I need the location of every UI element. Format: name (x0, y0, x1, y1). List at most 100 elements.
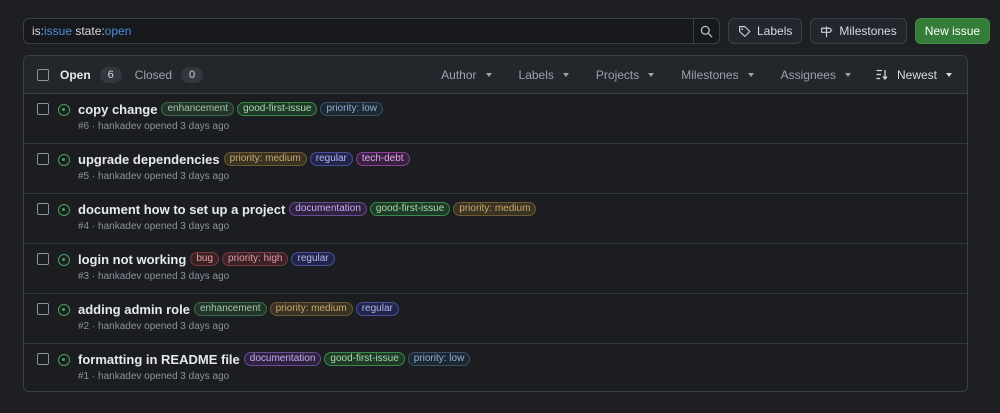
issue-label[interactable]: priority: high (222, 252, 289, 266)
issue-select-checkbox[interactable] (37, 303, 49, 315)
issue-meta: #2 · hankadev opened 3 days ago (78, 321, 230, 332)
issue-body: upgrade dependencies priority: medium regu… (78, 144, 410, 182)
labels-filter-label: Labels (518, 67, 554, 82)
open-issues-tab[interactable]: Open 6 (60, 66, 122, 83)
chevron-down-icon (562, 72, 569, 77)
select-all-checkbox[interactable] (37, 68, 49, 81)
closed-issues-tab[interactable]: Closed 0 (134, 66, 204, 83)
issue-meta: #6 · hankadev opened 3 days ago (78, 121, 230, 132)
issue-body: document how to set up a project document… (78, 194, 537, 232)
search-query-token: state: (72, 24, 105, 38)
issue-select-checkbox[interactable] (37, 203, 49, 215)
issue-title-link[interactable]: document how to set up a project (78, 202, 285, 217)
issue-body: login not working bug priority: high regula… (78, 244, 335, 282)
issue-title-line: upgrade dependencies priority: medium regu… (78, 151, 410, 167)
issue-open-icon (58, 304, 70, 316)
issue-title-line: document how to set up a project document… (78, 201, 537, 217)
issue-label[interactable]: regular (355, 302, 399, 316)
new-issue-button[interactable]: New issue (914, 18, 991, 44)
projects-filter[interactable]: Projects (595, 67, 655, 82)
projects-filter-label: Projects (595, 67, 640, 82)
issue-meta: #1 · hankadev opened 3 days ago (78, 371, 230, 382)
issue-row[interactable]: login not working bug priority: high regula… (24, 244, 967, 294)
issue-row[interactable]: upgrade dependencies priority: medium regu… (24, 144, 967, 194)
tag-icon (739, 25, 751, 37)
issue-meta: #4 · hankadev opened 3 days ago (78, 221, 230, 232)
issue-open-icon (58, 354, 70, 366)
issue-label[interactable]: good-first-issue (237, 102, 318, 116)
issue-row[interactable]: document how to set up a project document… (24, 194, 967, 244)
closed-tab-label: Closed (134, 67, 173, 82)
issue-row[interactable]: formatting in README file documentation go… (24, 344, 967, 391)
issue-open-icon (58, 104, 70, 116)
issue-row[interactable]: adding admin role enhancement priority: me… (24, 294, 967, 344)
issue-open-icon (58, 204, 70, 216)
issue-title-link[interactable]: copy change (78, 102, 157, 117)
issue-label[interactable]: tech-debt (355, 152, 410, 166)
issue-meta: #3 · hankadev opened 3 days ago (78, 271, 230, 282)
issues-list-header: Open 6 Closed 0 Author Labels Projects M… (24, 56, 967, 94)
issue-label[interactable]: priority: low (320, 102, 384, 116)
chevron-down-icon (946, 72, 952, 77)
milestones-button-label: Milestones (839, 24, 897, 38)
labels-button[interactable]: Labels (728, 18, 803, 44)
issue-label[interactable]: enhancement (161, 102, 235, 116)
issue-label[interactable]: priority: medium (453, 202, 537, 216)
issue-label[interactable]: bug (190, 252, 220, 266)
issue-select-checkbox[interactable] (37, 353, 49, 365)
issue-label[interactable]: documentation (243, 352, 322, 366)
issue-label[interactable]: priority: medium (223, 152, 307, 166)
issue-body: copy change enhancement good-first-issue pr… (78, 94, 384, 132)
search-button[interactable] (693, 19, 719, 43)
issue-title-link[interactable]: adding admin role (78, 302, 190, 317)
issue-label[interactable]: priority: medium (269, 302, 353, 316)
issue-label[interactable]: documentation (289, 202, 367, 216)
milestones-filter-label: Milestones (681, 67, 739, 82)
issue-search-input[interactable]: is:issue state:open (23, 18, 720, 44)
sort-label: Newest (896, 67, 937, 82)
labels-button-label: Labels (757, 24, 793, 38)
issue-title-line: formatting in README file documentation go… (78, 351, 471, 367)
issue-label[interactable]: good-first-issue (369, 202, 451, 216)
chevron-down-icon (747, 72, 754, 77)
author-filter-label: Author (441, 67, 477, 82)
milestone-icon (821, 25, 833, 37)
labels-filter[interactable]: Labels (519, 68, 569, 82)
issue-label[interactable]: priority: low (407, 352, 471, 366)
new-issue-button-label: New issue (924, 24, 981, 38)
issue-select-checkbox[interactable] (37, 103, 49, 115)
issue-row[interactable]: copy change enhancement good-first-issue pr… (24, 94, 967, 144)
issue-title-link[interactable]: login not working (78, 252, 186, 267)
issue-title-link[interactable]: upgrade dependencies (78, 152, 220, 167)
top-toolbar: is:issue state:open Labels Milestones Ne… (23, 18, 991, 44)
issue-title-link[interactable]: formatting in README file (78, 352, 240, 367)
issue-label[interactable]: regular (291, 252, 335, 266)
issue-body: formatting in README file documentation go… (78, 344, 471, 382)
sort-dropdown[interactable]: Newest (876, 68, 952, 82)
issue-open-icon (58, 154, 70, 166)
search-query-token: is: (32, 24, 44, 38)
issue-label[interactable]: good-first-issue (324, 352, 405, 366)
search-query[interactable]: is:issue state:open (32, 24, 693, 38)
open-tab-label: Open (60, 67, 91, 82)
assignees-filter[interactable]: Assignees (781, 68, 851, 82)
milestones-button[interactable]: Milestones (810, 18, 907, 44)
issue-meta: #5 · hankadev opened 3 days ago (78, 171, 230, 182)
issue-open-icon (58, 254, 70, 266)
search-query-token: open (104, 24, 132, 38)
issue-select-checkbox[interactable] (37, 153, 49, 165)
sort-icon (876, 69, 888, 80)
issues-panel: Open 6 Closed 0 Author Labels Projects M… (23, 55, 968, 392)
filter-bar: Author Labels Projects Milestones Assign… (414, 68, 967, 82)
issue-label[interactable]: enhancement (193, 302, 267, 316)
milestones-filter[interactable]: Milestones (681, 67, 754, 82)
open-count-badge: 6 (99, 66, 122, 83)
issues-list: copy change enhancement good-first-issue pr… (24, 94, 967, 391)
search-query-token: issue (44, 24, 73, 38)
issue-title-line: adding admin role enhancement priority: me… (78, 301, 399, 317)
issue-label[interactable]: regular (309, 152, 353, 166)
chevron-down-icon (485, 72, 492, 77)
issue-select-checkbox[interactable] (37, 253, 49, 265)
author-filter[interactable]: Author (441, 67, 492, 82)
search-icon (700, 25, 713, 37)
